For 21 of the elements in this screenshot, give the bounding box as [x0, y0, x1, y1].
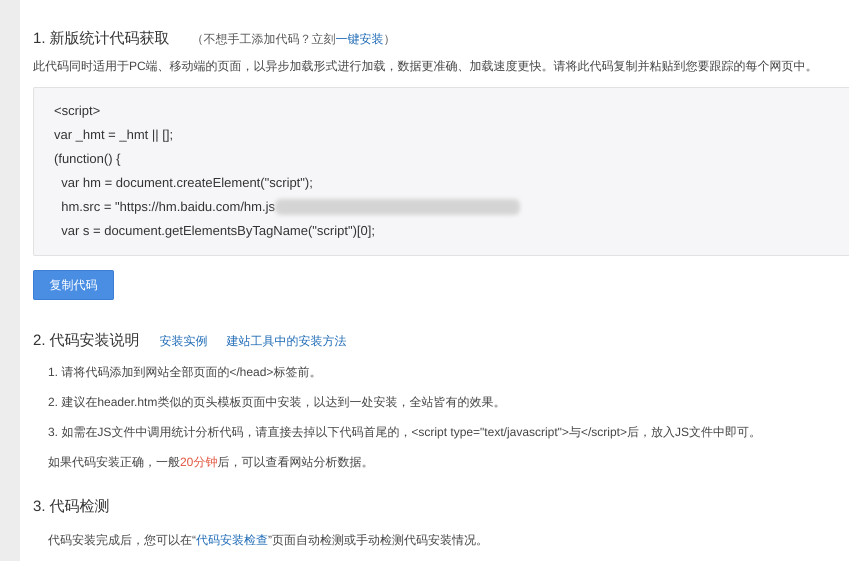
code-line: <script> [54, 102, 100, 120]
copy-button[interactable]: 复制代码 [33, 270, 114, 300]
section-heading: 2. 代码安装说明 [33, 330, 140, 350]
link[interactable]: 一键安装 [336, 32, 384, 46]
code-line: (function() { [54, 150, 120, 168]
section-heading: 1. 新版统计代码获取 [33, 29, 170, 49]
section-heading: 3. 代码检测 [33, 497, 111, 517]
code-line: hm.src = "https://hm.baidu.com/hm.js [60, 198, 275, 216]
note-text: 如果代码安装正确，一般20分钟后，可以查看网站分析数据。 [48, 454, 374, 470]
instruction-step: 2. 建议在header.htm类似的页头模板页面中安装，以达到一处安装，全站皆有的效果。 [48, 394, 849, 410]
code-line: var s = document.getElementsByTagName("script")[0]; [60, 222, 375, 240]
link[interactable]: 建站工具中的安装方法 [226, 332, 347, 350]
link[interactable]: 代码安装检查 [196, 532, 268, 546]
instruction-step: 1. 请将代码添加到网站全部页面的</head>标签前。 [48, 364, 849, 380]
description-text: 此代码同时适用于PC端、移动端的页面，以异步加载形式进行加载，数据更准确、加载速度更快。请将此代码复制并粘贴到您要跟踪的每个网页中。 [33, 58, 819, 74]
code-line: var _hmt = _hmt || []; [54, 126, 174, 144]
hint-text: （不想手工添加代码？立刻一键安装） [192, 31, 396, 48]
body-text: 代码安装完成后，您可以在“代码安装检查”页面自动检测或手动检测代码安装情况。 [47, 532, 489, 548]
code-line: var hm = document.createElement("script"); [60, 174, 313, 192]
instruction-step: 3. 如需在JS文件中调用统计分析代码，请直接去掉以下代码首尾的，<script type="text/javascript">与</script>后，放入JS文件中即可。 [48, 424, 849, 440]
link[interactable]: 安装实例 [160, 332, 208, 350]
